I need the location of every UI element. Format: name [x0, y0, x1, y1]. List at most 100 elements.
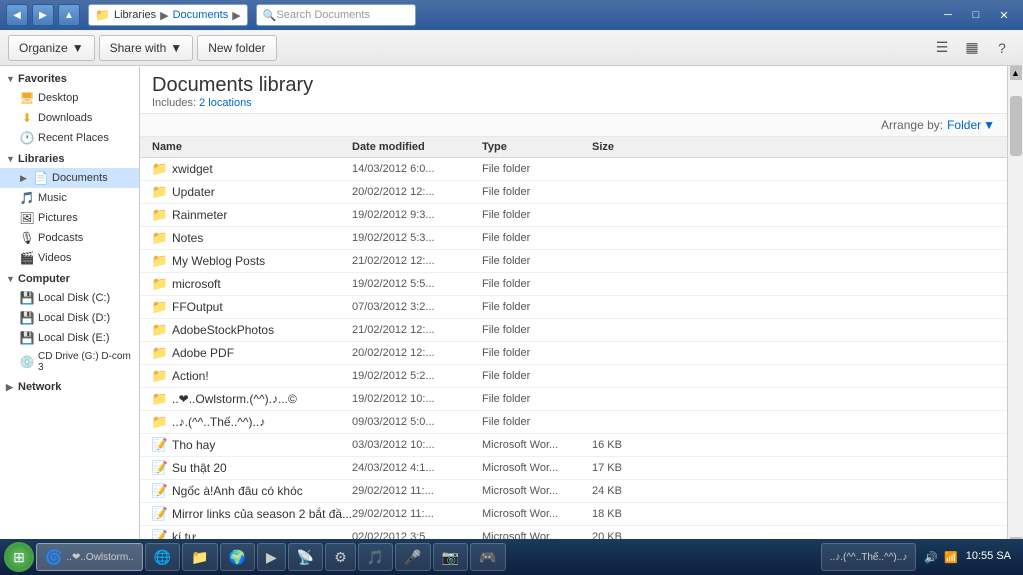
network-section: ▶ Network — [0, 378, 139, 396]
arrange-label: Arrange by: — [881, 118, 943, 132]
list-item[interactable]: 📝 Tho hay 03/03/2012 10:... Microsoft Wo… — [140, 434, 1007, 457]
file-list: Name Date modified Type Size 📁 xwidget 1… — [140, 137, 1007, 551]
list-item[interactable]: 📁 Rainmeter 19/02/2012 9:3... File folde… — [140, 204, 1007, 227]
taskbar-item-ie[interactable]: 🌐 — [145, 543, 180, 571]
file-name: microsoft — [172, 277, 221, 291]
nav-item-cd[interactable]: 💿 CD Drive (G:) D-com 3 — [0, 348, 139, 376]
taskbar-item-photo[interactable]: 📷 — [433, 543, 468, 571]
taskbar-item-media[interactable]: ▶ — [257, 543, 286, 571]
documents-label: Documents — [52, 172, 108, 184]
title-bar: ◀ ▶ ▲ 📁 Libraries ▶ Documents ▶ 🔍 Search… — [0, 0, 1023, 30]
volume-icon[interactable]: 🔊 — [924, 551, 938, 564]
minimize-button[interactable]: ─ — [935, 6, 961, 24]
column-type[interactable]: Type — [482, 141, 592, 153]
file-name: Adobe PDF — [172, 346, 234, 360]
share-with-button[interactable]: Share with ▼ — [99, 35, 194, 61]
computer-expand-icon: ▼ — [6, 274, 16, 284]
list-item[interactable]: 📁 Adobe PDF 20/02/2012 12:... File folde… — [140, 342, 1007, 365]
podcasts-icon: 🎙 — [20, 231, 34, 245]
window-controls: ─ □ ✕ — [935, 6, 1017, 24]
favorites-header[interactable]: ▼ Favorites — [0, 70, 139, 88]
close-button[interactable]: ✕ — [991, 6, 1017, 24]
organize-label: Organize — [19, 41, 68, 55]
file-date: 20/02/2012 12:... — [352, 186, 482, 198]
column-name[interactable]: Name — [152, 141, 352, 153]
locations-link[interactable]: 2 locations — [199, 97, 252, 109]
toolbar-right: ☰ ▦ ? — [929, 35, 1015, 61]
content-toolbar: Arrange by: Folder ▼ — [140, 114, 1007, 137]
disk-c-icon: 💾 — [20, 291, 34, 305]
file-name: ..❤..Owlstorm.(^^).♪...© — [172, 392, 297, 406]
computer-section: ▼ Computer 💾 Local Disk (C:) 💾 Local Dis… — [0, 270, 139, 376]
nav-item-music[interactable]: 🎵 Music — [0, 188, 139, 208]
list-item[interactable]: 📁 Notes 19/02/2012 5:3... File folder — [140, 227, 1007, 250]
taskbar-item-mic[interactable]: 🎤 — [395, 543, 430, 571]
nav-item-recent[interactable]: 🕐 Recent Places — [0, 128, 139, 148]
nav-item-pictures[interactable]: 🖼 Pictures — [0, 208, 139, 228]
taskbar-item-tray-text[interactable]: ..♪.(^^..Thế..^^)..♪ — [821, 543, 917, 571]
list-item[interactable]: 📁 ..♪.(^^..Thế..^^)..♪ 09/03/2012 5:0...… — [140, 411, 1007, 434]
taskbar-item-owlstorm[interactable]: 🌀 ..❤..Owlstorm.. — [36, 543, 143, 571]
taskbar-item-music[interactable]: 🎵 — [358, 543, 393, 571]
scrollbar-thumb[interactable] — [1010, 96, 1022, 156]
list-item[interactable]: 📁 Updater 20/02/2012 12:... File folder — [140, 181, 1007, 204]
nav-item-documents[interactable]: ▶ 📄 Documents — [0, 168, 139, 188]
organize-button[interactable]: Organize ▼ — [8, 35, 95, 61]
taskbar-item-app3[interactable]: 📡 — [288, 543, 323, 571]
network-tray-icon[interactable]: 📶 — [944, 551, 958, 564]
list-item[interactable]: 📝 Ngốc à!Anh đâu có khóc 29/02/2012 11:.… — [140, 480, 1007, 503]
forward-button[interactable]: ▶ — [32, 4, 54, 26]
list-item[interactable]: 📝 Mirror links của season 2 bắt đầ... 29… — [140, 503, 1007, 526]
favorites-expand-icon: ▼ — [6, 74, 16, 84]
view-options-button[interactable]: ☰ — [929, 35, 955, 61]
file-date: 19/02/2012 5:3... — [352, 232, 482, 244]
taskbar-item-settings[interactable]: ⚙ — [325, 543, 356, 571]
taskbar-item-app2[interactable]: 🌍 — [220, 543, 255, 571]
videos-icon: 🎬 — [20, 251, 34, 265]
nav-item-disk-c[interactable]: 💾 Local Disk (C:) — [0, 288, 139, 308]
file-type: File folder — [482, 255, 592, 267]
new-folder-button[interactable]: New folder — [197, 35, 276, 61]
column-size[interactable]: Size — [592, 141, 672, 153]
nav-item-podcasts[interactable]: 🎙 Podcasts — [0, 228, 139, 248]
address-bar[interactable]: 📁 Libraries ▶ Documents ▶ — [88, 4, 248, 26]
nav-item-disk-e[interactable]: 💾 Local Disk (E:) — [0, 328, 139, 348]
start-button[interactable]: ⊞ — [4, 542, 34, 572]
taskbar-item-game[interactable]: 🎮 — [470, 543, 505, 571]
taskbar-item-app1[interactable]: 📁 — [182, 543, 217, 571]
nav-item-desktop[interactable]: 🖥 Desktop — [0, 88, 139, 108]
list-item[interactable]: 📁 microsoft 19/02/2012 5:5... File folde… — [140, 273, 1007, 296]
libraries-header[interactable]: ▼ Libraries — [0, 150, 139, 168]
library-subtitle: Includes: 2 locations — [152, 97, 995, 109]
file-date: 19/02/2012 10:... — [352, 393, 482, 405]
up-button[interactable]: ▲ — [58, 4, 80, 26]
column-date[interactable]: Date modified — [352, 141, 482, 153]
file-date: 03/03/2012 10:... — [352, 439, 482, 451]
list-item[interactable]: 📁 AdobeStockPhotos 21/02/2012 12:... Fil… — [140, 319, 1007, 342]
list-item[interactable]: 📁 Action! 19/02/2012 5:2... File folder — [140, 365, 1007, 388]
list-item[interactable]: 📁 ..❤..Owlstorm.(^^).♪...© 19/02/2012 10… — [140, 388, 1007, 411]
file-date: 07/03/2012 3:2... — [352, 301, 482, 313]
nav-item-videos[interactable]: 🎬 Videos — [0, 248, 139, 268]
nav-item-disk-d[interactable]: 💾 Local Disk (D:) — [0, 308, 139, 328]
view-details-button[interactable]: ▦ — [959, 35, 985, 61]
file-name: ..♪.(^^..Thế..^^)..♪ — [172, 415, 265, 429]
list-item[interactable]: 📁 xwidget 14/03/2012 6:0... File folder — [140, 158, 1007, 181]
arrange-value-button[interactable]: Folder ▼ — [947, 118, 995, 132]
file-date: 29/02/2012 11:... — [352, 508, 482, 520]
file-name: Notes — [172, 231, 203, 245]
scrollbar[interactable]: ▲ ▼ — [1007, 66, 1023, 551]
list-item[interactable]: 📁 My Weblog Posts 21/02/2012 12:... File… — [140, 250, 1007, 273]
computer-header[interactable]: ▼ Computer — [0, 270, 139, 288]
network-header[interactable]: ▶ Network — [0, 378, 139, 396]
folder-icon: 📁 — [152, 414, 168, 430]
word-icon: 📝 — [152, 437, 168, 453]
nav-item-downloads[interactable]: ⬇ Downloads — [0, 108, 139, 128]
list-item[interactable]: 📝 Su thật 20 24/03/2012 4:1... Microsoft… — [140, 457, 1007, 480]
list-item[interactable]: 📁 FFOutput 07/03/2012 3:2... File folder — [140, 296, 1007, 319]
maximize-button[interactable]: □ — [963, 6, 989, 24]
search-bar[interactable]: 🔍 Search Documents — [256, 4, 416, 26]
help-button[interactable]: ? — [989, 35, 1015, 61]
system-tray: 🔊 📶 — [924, 551, 957, 564]
back-button[interactable]: ◀ — [6, 4, 28, 26]
